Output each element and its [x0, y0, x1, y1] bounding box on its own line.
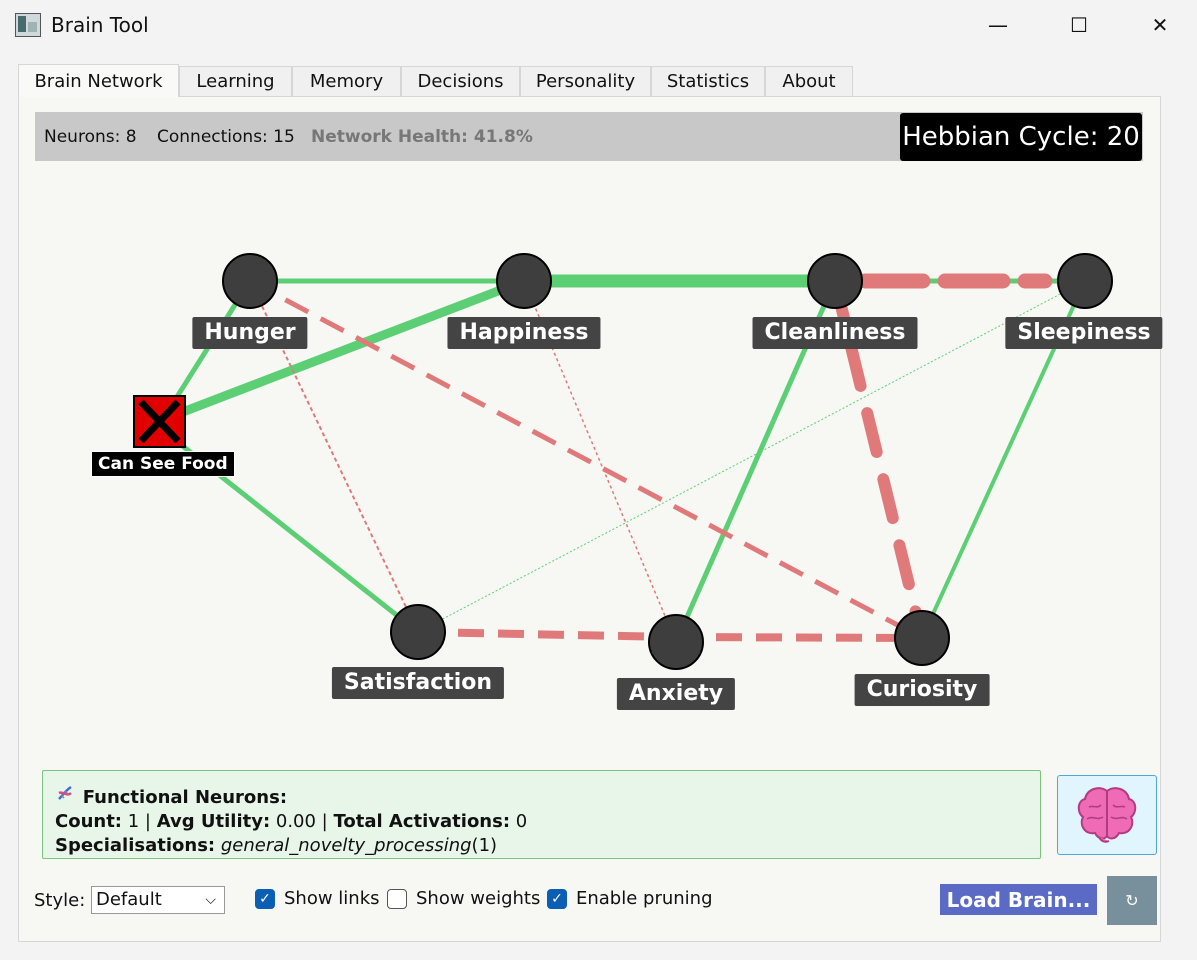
- style-label: Style:: [34, 890, 86, 911]
- count-value: 1 |: [122, 811, 157, 832]
- label-curiosity: Curiosity: [854, 674, 990, 706]
- label-satisfaction: Satisfaction: [331, 667, 505, 699]
- load-brain-button[interactable]: Load Brain...: [940, 884, 1097, 915]
- show-links-checkbox[interactable]: ✓: [255, 889, 275, 909]
- label-happiness: Happiness: [447, 317, 601, 349]
- neuron-can-see-food[interactable]: [133, 395, 186, 448]
- label-can-see-food: Can See Food: [91, 451, 235, 477]
- style-dropdown[interactable]: Default ⌵: [91, 886, 225, 914]
- enable-pruning-label[interactable]: Enable pruning: [576, 888, 713, 909]
- show-weights-label[interactable]: Show weights: [416, 888, 540, 909]
- functional-heading: Functional Neurons:: [82, 787, 288, 808]
- neuron-curiosity[interactable]: [894, 610, 950, 666]
- brain-icon: [1077, 787, 1137, 843]
- functional-neurons-panel: Functional Neurons: Count: 1 | Avg Utili…: [42, 770, 1041, 859]
- brain-button[interactable]: [1057, 775, 1157, 855]
- dna-icon: [55, 783, 77, 810]
- neuron-anxiety[interactable]: [648, 614, 704, 670]
- count-label: Count:: [55, 811, 123, 832]
- show-weights-checkbox[interactable]: [387, 889, 407, 909]
- utility-label: Avg Utility:: [156, 811, 271, 832]
- refresh-icon: ↻: [1125, 891, 1139, 910]
- neuron-satisfaction[interactable]: [390, 604, 446, 660]
- enable-pruning-checkbox[interactable]: ✓: [547, 889, 567, 909]
- neuron-hunger[interactable]: [222, 253, 278, 309]
- label-cleanliness: Cleanliness: [752, 317, 918, 349]
- chevron-down-icon: ⌵: [205, 892, 216, 908]
- neuron-cleanliness[interactable]: [807, 253, 863, 309]
- label-anxiety: Anxiety: [616, 678, 736, 710]
- style-value: Default: [96, 889, 162, 910]
- link-satisfaction-anxiety: [417, 628, 677, 641]
- specialisation-value: general_novelty_processing: [220, 835, 472, 856]
- utility-value: 0.00 |: [270, 811, 334, 832]
- label-hunger: Hunger: [192, 317, 308, 349]
- specialisation-count: (1): [471, 835, 498, 856]
- neuron-happiness[interactable]: [496, 253, 552, 309]
- link-anxiety-curiosity: [675, 633, 923, 642]
- tab-brain-network[interactable]: Brain Network: [18, 64, 179, 97]
- refresh-button[interactable]: ↻: [1107, 876, 1157, 925]
- neuron-sleepiness[interactable]: [1057, 253, 1113, 309]
- specialisations-label: Specialisations:: [55, 835, 216, 856]
- activations-value: 0: [510, 811, 528, 832]
- activations-label: Total Activations:: [333, 811, 511, 832]
- show-links-label[interactable]: Show links: [284, 888, 380, 909]
- label-sleepiness: Sleepiness: [1005, 317, 1163, 349]
